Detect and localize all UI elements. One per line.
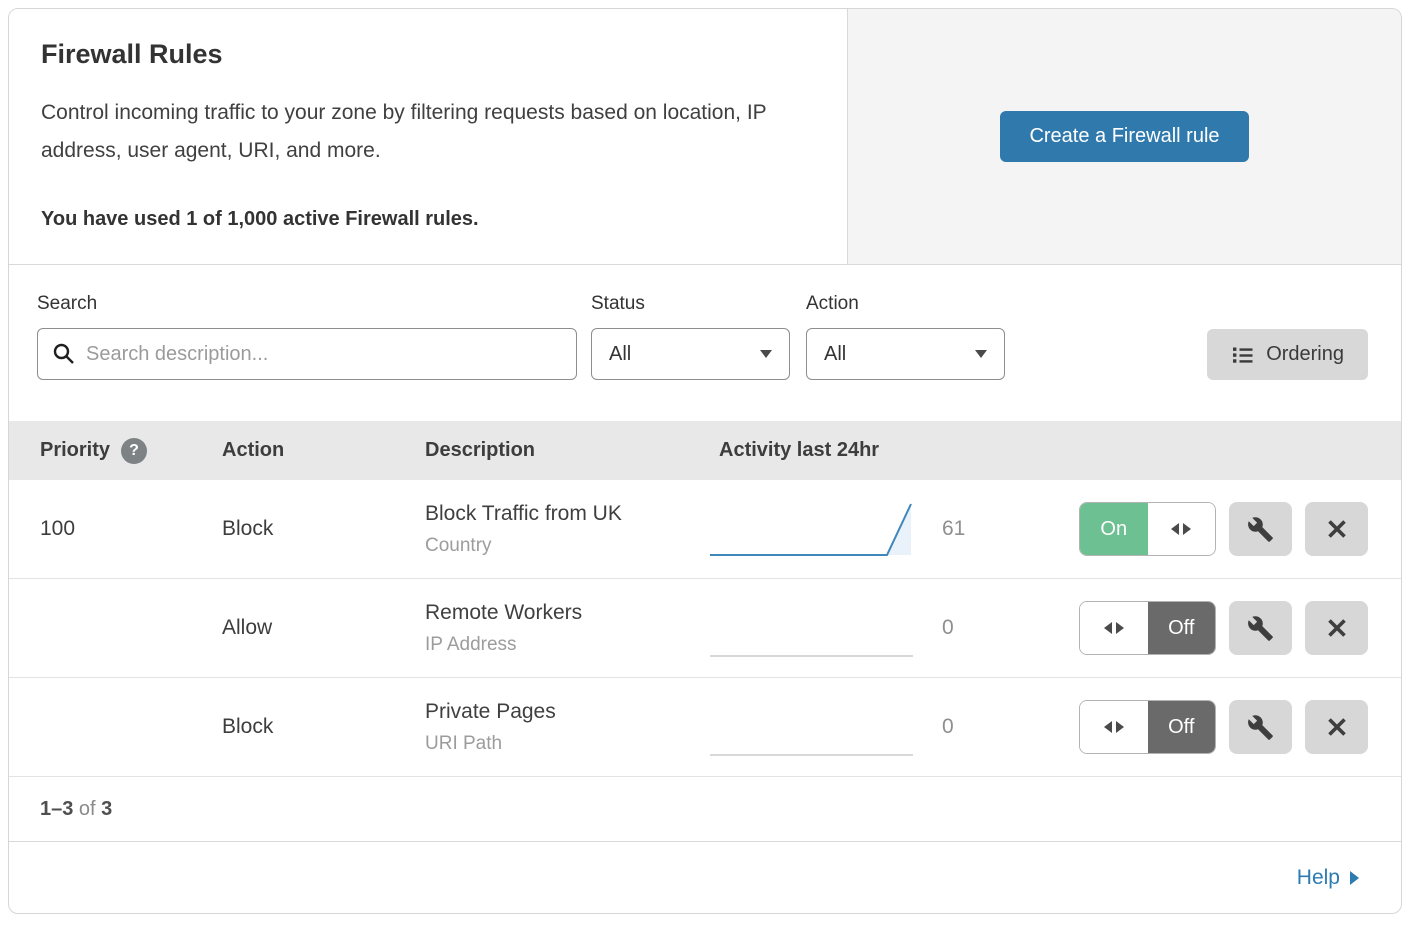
chevron-down-icon [760, 350, 772, 358]
rule-enabled-toggle[interactable]: Off [1079, 700, 1216, 754]
rule-match-type: URI Path [425, 733, 709, 755]
close-icon [1325, 517, 1349, 541]
column-priority: Priority ? [40, 438, 222, 464]
rule-controls: On [1044, 502, 1368, 556]
table-row: 100 Block Block Traffic from UK Country … [9, 480, 1401, 579]
search-icon [52, 342, 76, 366]
column-activity: Activity last 24hr [709, 439, 1044, 462]
table-header: Priority ? Action Description Activity l… [9, 421, 1401, 480]
status-label: Status [591, 293, 790, 315]
toggle-state-label: Off [1148, 602, 1216, 654]
list-icon [1231, 343, 1255, 367]
chevron-down-icon [975, 350, 987, 358]
action-select[interactable]: All [806, 328, 1005, 380]
search-input[interactable] [37, 328, 577, 380]
delete-rule-button[interactable] [1305, 601, 1368, 655]
ordering-button-label: Ordering [1266, 343, 1344, 366]
rule-enabled-toggle[interactable]: On [1079, 502, 1216, 556]
delete-rule-button[interactable] [1305, 700, 1368, 754]
toggle-handle [1080, 602, 1148, 654]
action-selected-value: All [824, 343, 846, 366]
rule-match-type: Country [425, 535, 709, 557]
rule-description: Block Traffic from UK [425, 502, 709, 526]
pagination-status: 1–3 of 3 [9, 777, 1401, 841]
search-label: Search [37, 293, 577, 315]
rule-action: Block [222, 715, 425, 739]
usage-note: You have used 1 of 1,000 active Firewall… [41, 208, 815, 231]
page-description: Control incoming traffic to your zone by… [41, 94, 806, 170]
rule-action: Allow [222, 616, 425, 640]
column-action: Action [222, 439, 425, 462]
help-question-icon[interactable]: ? [121, 438, 147, 464]
activity-count: 0 [924, 715, 1044, 739]
left-right-arrows-icon [1171, 523, 1191, 535]
rule-description: Remote Workers [425, 601, 709, 625]
panel-footer: Help [9, 841, 1401, 913]
activity-count: 0 [924, 616, 1044, 640]
activity-sparkline [709, 696, 924, 758]
pagination-total: 3 [101, 798, 112, 820]
action-label: Action [806, 293, 1005, 315]
panel-header: Firewall Rules Control incoming traffic … [9, 9, 1401, 265]
edit-rule-button[interactable] [1229, 700, 1292, 754]
delete-rule-button[interactable] [1305, 502, 1368, 556]
close-icon [1325, 715, 1349, 739]
firewall-rules-panel: Firewall Rules Control incoming traffic … [8, 8, 1402, 914]
rule-action: Block [222, 517, 425, 541]
rule-controls: Off [1044, 700, 1368, 754]
rule-controls: Off [1044, 601, 1368, 655]
header-action-panel: Create a Firewall rule [847, 9, 1401, 264]
help-link-label: Help [1297, 866, 1340, 890]
rule-enabled-toggle[interactable]: Off [1079, 601, 1216, 655]
wrench-icon [1247, 615, 1274, 642]
rule-description-cell: Private Pages URI Path [425, 700, 709, 755]
rule-description-cell: Block Traffic from UK Country [425, 502, 709, 557]
ordering-button[interactable]: Ordering [1207, 329, 1368, 380]
wrench-icon [1247, 714, 1274, 741]
edit-rule-button[interactable] [1229, 502, 1292, 556]
status-selected-value: All [609, 343, 631, 366]
toggle-handle [1080, 701, 1148, 753]
pagination-range: 1–3 [40, 798, 73, 820]
pagination-of-label: of [73, 798, 101, 820]
arrow-right-icon [1350, 871, 1359, 885]
toggle-state-label: On [1080, 503, 1148, 555]
toggle-handle [1148, 503, 1216, 555]
left-right-arrows-icon [1104, 721, 1124, 733]
close-icon [1325, 616, 1349, 640]
rule-description: Private Pages [425, 700, 709, 724]
left-right-arrows-icon [1104, 622, 1124, 634]
table-row: Allow Remote Workers IP Address 0 Off [9, 579, 1401, 678]
activity-count: 61 [924, 517, 1044, 541]
rule-description-cell: Remote Workers IP Address [425, 601, 709, 656]
rule-match-type: IP Address [425, 634, 709, 656]
table-row: Block Private Pages URI Path 0 Off [9, 678, 1401, 777]
wrench-icon [1247, 516, 1274, 543]
toggle-state-label: Off [1148, 701, 1216, 753]
column-description: Description [425, 439, 709, 462]
status-select[interactable]: All [591, 328, 790, 380]
rule-priority: 100 [40, 517, 222, 541]
activity-sparkline [709, 498, 924, 560]
edit-rule-button[interactable] [1229, 601, 1292, 655]
help-link[interactable]: Help [1297, 866, 1359, 890]
page-title: Firewall Rules [41, 39, 815, 70]
create-firewall-rule-button[interactable]: Create a Firewall rule [1000, 111, 1248, 162]
activity-sparkline [709, 597, 924, 659]
filter-bar: Search Status All Action All [9, 265, 1401, 421]
header-text-block: Firewall Rules Control incoming traffic … [9, 9, 847, 264]
